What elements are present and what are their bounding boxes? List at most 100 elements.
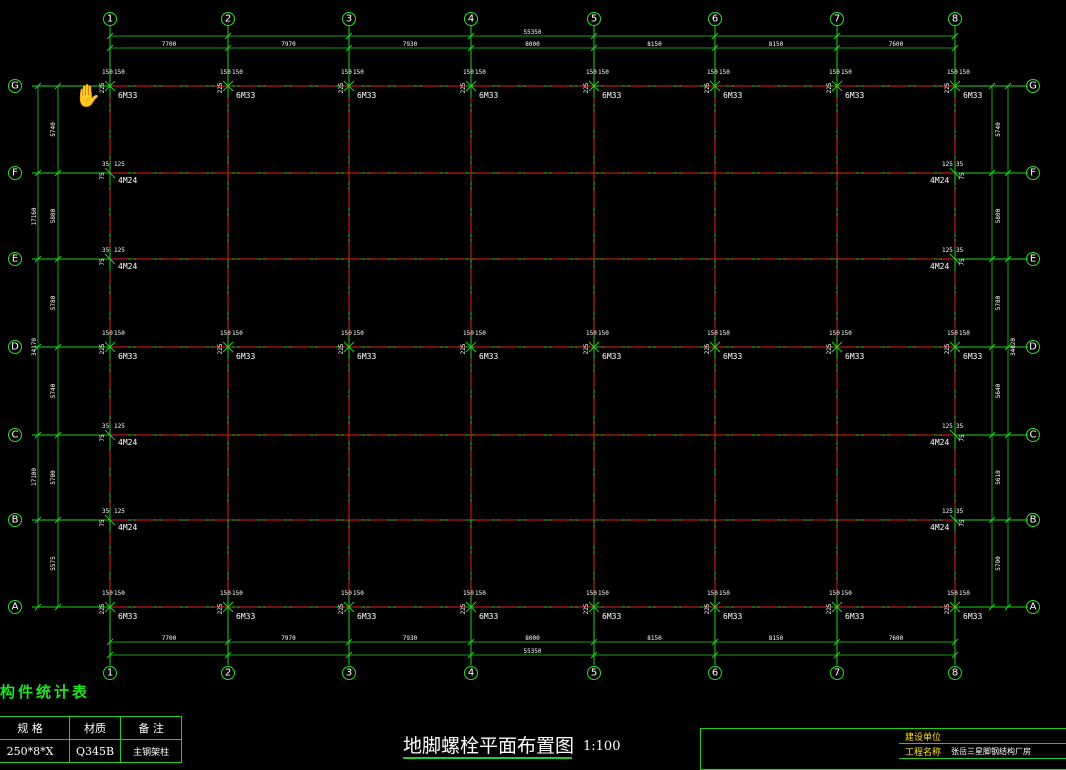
title-block-owner-label: 建设单位 xyxy=(905,733,942,743)
bolt-offset-r-D4: 150 xyxy=(598,330,609,337)
bolt-offset-r-A4: 150 xyxy=(598,590,609,597)
bottom-span-dim-5: 8150 xyxy=(647,635,662,642)
bolt-gap-D5: 225 xyxy=(704,343,711,354)
bolt-label-D6: 6M33 xyxy=(845,352,864,361)
bolt-offset-l-D4: 150 xyxy=(586,330,597,337)
bolt-label-A6: 6M33 xyxy=(845,612,864,621)
left-span-dim-4: 5740 xyxy=(50,383,57,398)
top-span-dim-3: 7930 xyxy=(403,41,418,48)
bolt-label-G6: 6M33 xyxy=(845,91,864,100)
bolt-gap-A0: 225 xyxy=(99,603,106,614)
row-label-left-C: C xyxy=(12,430,19,441)
title-block-project-value: 张岳三星脚钢结构厂房 xyxy=(951,747,1031,756)
bolt-offset-l-A1: 150 xyxy=(220,590,231,597)
bolt-label-D3: 6M33 xyxy=(479,352,498,361)
bolt-gap-A2: 225 xyxy=(338,603,345,614)
bolt-gap-A3: 225 xyxy=(460,603,467,614)
bolt-offset-l-A6: 150 xyxy=(829,590,840,597)
bolt-gap-G4: 225 xyxy=(583,82,590,93)
hand-cursor-icon: ✋ xyxy=(74,84,102,109)
bolt-label-D7: 6M33 xyxy=(963,352,982,361)
bolt-label-G5: 6M33 xyxy=(723,91,742,100)
left-span-dim-3: 5780 xyxy=(50,295,57,310)
bolt-offset-r-G2: 150 xyxy=(353,69,364,76)
row-label-left-D: D xyxy=(11,342,19,353)
bolt-gap-D6: 225 xyxy=(826,343,833,354)
left-span-dim-1: 5740 xyxy=(50,122,57,137)
bolt-label-D1: 6M33 xyxy=(236,352,255,361)
bolt-offset-r-D6: 150 xyxy=(841,330,852,337)
side-offset-E7: 125 xyxy=(942,247,953,254)
col-label-bottom-8: 8 xyxy=(952,668,958,679)
top-span-dim-4: 8000 xyxy=(525,41,540,48)
right-span-dim-4: 5640 xyxy=(995,383,1002,398)
bolt-offset-r-G5: 150 xyxy=(719,69,730,76)
side-offset-F7: 125 xyxy=(942,161,953,168)
left-span-dim-2: 5800 xyxy=(50,208,57,223)
bolt-offset-l-D0: 150 xyxy=(102,330,113,337)
side-label-B7: 4M24 xyxy=(930,523,949,532)
bolt-offset-l-A7: 150 xyxy=(947,590,958,597)
bolt-offset-l-G6: 150 xyxy=(829,69,840,76)
bolt-label-D5: 6M33 xyxy=(723,352,742,361)
side-offset-C7: 125 xyxy=(942,423,953,430)
bolt-gap-D4: 225 xyxy=(583,343,590,354)
col-label-bottom-3: 3 xyxy=(346,668,352,679)
bolt-offset-r-G7: 150 xyxy=(959,69,970,76)
side-gap-E0: 75 xyxy=(99,258,106,266)
side-small-C7: 35 xyxy=(956,423,964,430)
bolt-offset-r-A3: 150 xyxy=(475,590,486,597)
bolt-label-A0: 6M33 xyxy=(118,612,137,621)
bolt-offset-r-A5: 150 xyxy=(719,590,730,597)
bolt-label-G7: 6M33 xyxy=(963,91,982,100)
bolt-offset-r-G3: 150 xyxy=(475,69,486,76)
right-span-dim-1: 5740 xyxy=(995,122,1002,137)
col-label-bottom-7: 7 xyxy=(834,668,840,679)
stat-header-spec: 规 格 xyxy=(0,716,70,740)
side-offset-B0: 125 xyxy=(114,508,125,515)
bolt-label-G0: 6M33 xyxy=(118,91,137,100)
bolt-offset-l-D6: 150 xyxy=(829,330,840,337)
stat-cell-material: Q345B xyxy=(68,739,122,763)
side-gap-E7: 75 xyxy=(959,258,966,266)
bolt-offset-l-A3: 150 xyxy=(463,590,474,597)
top-span-dim-7: 7600 xyxy=(889,41,904,48)
bolt-gap-A5: 225 xyxy=(704,603,711,614)
row-label-right-A: A xyxy=(1030,602,1037,613)
col-label-top-8: 8 xyxy=(952,14,958,25)
title-block-project-label: 工程名称 xyxy=(905,748,942,758)
bolt-offset-l-D1: 150 xyxy=(220,330,231,337)
side-offset-E0: 125 xyxy=(114,247,125,254)
stat-table-title: 构件统计表 xyxy=(0,683,91,701)
title-block-row-project: 工程名称 张岳三星脚钢结构厂房 xyxy=(899,744,1066,759)
bolt-offset-l-A2: 150 xyxy=(341,590,352,597)
bolt-label-A4: 6M33 xyxy=(602,612,621,621)
stat-cell-remark: 主钢架柱 xyxy=(120,739,183,763)
bolt-offset-r-A1: 150 xyxy=(232,590,243,597)
bottom-span-dim-7: 7600 xyxy=(889,635,904,642)
top-span-dim-2: 7970 xyxy=(281,41,296,48)
bolt-gap-G7: 225 xyxy=(944,82,951,93)
side-small-E0: 35 xyxy=(102,247,110,254)
left-total-mid: 34170 xyxy=(31,338,38,356)
bolt-offset-r-D1: 150 xyxy=(232,330,243,337)
bolt-label-G3: 6M33 xyxy=(479,91,498,100)
row-label-left-B: B xyxy=(12,515,19,526)
stat-header-remark: 备 注 xyxy=(120,716,183,740)
bolt-label-D4: 6M33 xyxy=(602,352,621,361)
row-label-right-E: E xyxy=(1030,254,1036,265)
side-small-F0: 35 xyxy=(102,161,110,168)
bolt-label-G2: 6M33 xyxy=(357,91,376,100)
bolt-offset-r-D5: 150 xyxy=(719,330,730,337)
col-label-bottom-4: 4 xyxy=(468,668,474,679)
side-small-B7: 35 xyxy=(956,508,964,515)
component-stat-table: 规 格 材质 备 注 250*8*X Q345B 主钢架柱 xyxy=(0,716,183,763)
col-label-top-4: 4 xyxy=(468,14,474,25)
bolt-offset-l-D5: 150 xyxy=(707,330,718,337)
bottom-span-dim-4: 8000 xyxy=(525,635,540,642)
bolt-offset-r-A7: 150 xyxy=(959,590,970,597)
bolt-offset-r-D2: 150 xyxy=(353,330,364,337)
bolt-offset-l-D2: 150 xyxy=(341,330,352,337)
bolt-offset-l-G1: 150 xyxy=(220,69,231,76)
bolt-gap-G6: 225 xyxy=(826,82,833,93)
